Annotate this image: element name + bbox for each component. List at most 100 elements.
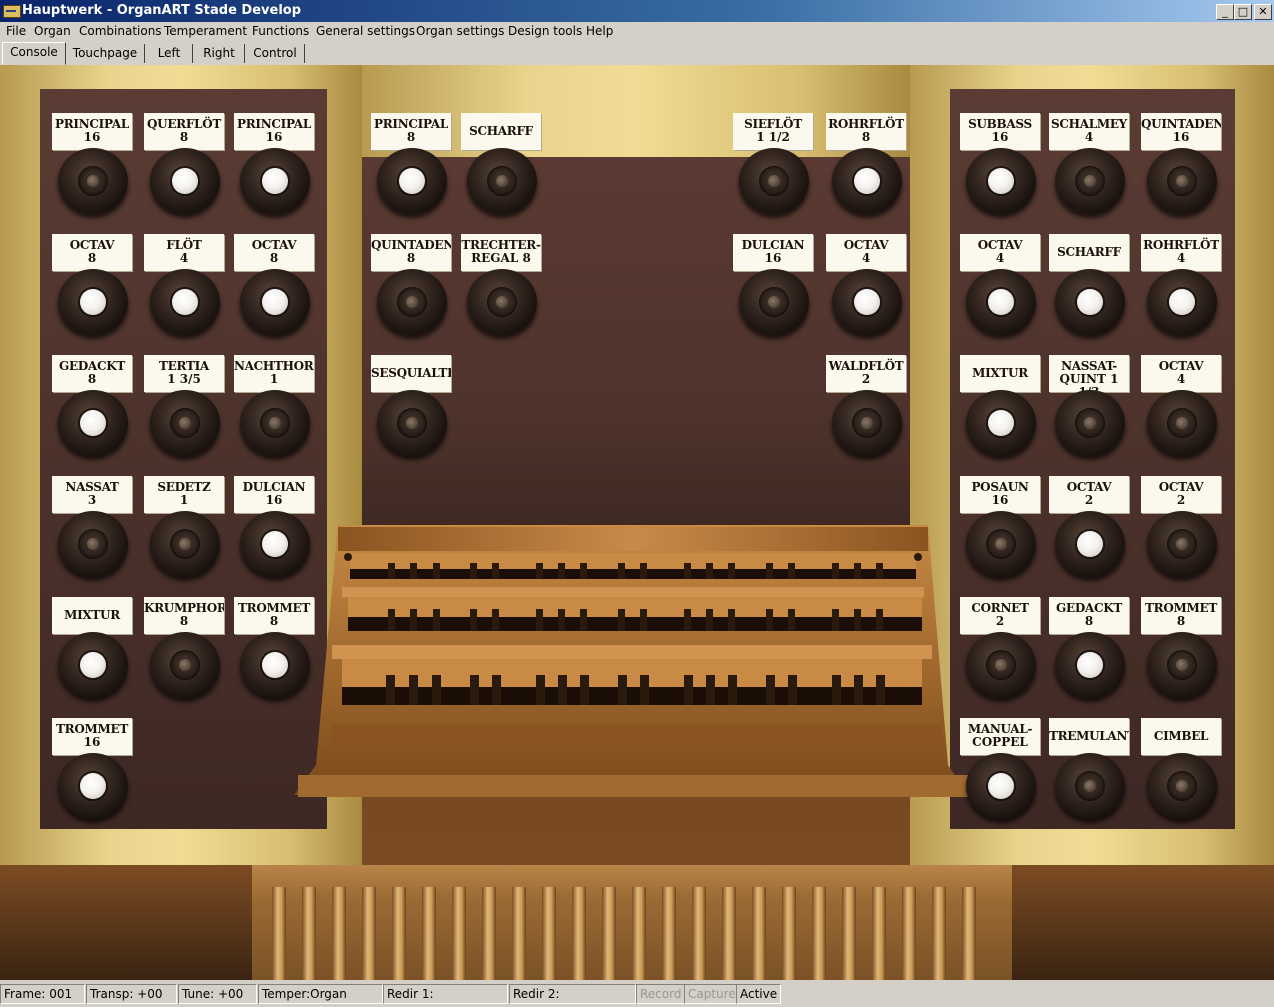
stop-knob[interactable] xyxy=(240,390,310,456)
stop-knob[interactable] xyxy=(1055,269,1125,335)
stop-knob[interactable] xyxy=(58,753,128,819)
menu-organ[interactable]: Organ xyxy=(34,24,71,38)
stop-knob[interactable] xyxy=(966,148,1036,214)
stop-knob[interactable] xyxy=(966,632,1036,698)
stop-knob[interactable] xyxy=(1055,753,1125,819)
stop-subbass-16[interactable]: SUBBASS 16 xyxy=(960,113,1040,223)
stop-trommet-8[interactable]: TROMMET 8 xyxy=(1141,597,1221,707)
stop-knob[interactable] xyxy=(150,632,220,698)
stop-octav-4[interactable]: OCTAV 4 xyxy=(960,234,1040,344)
stop-siefl-t-1-1-2[interactable]: SIEFLÖT 1 1/2 xyxy=(733,113,813,223)
stop-octav-2[interactable]: OCTAV 2 xyxy=(1049,476,1129,586)
stop-knob[interactable] xyxy=(739,269,809,335)
stop-quintadena-8[interactable]: QUINTADENA8 xyxy=(371,234,451,344)
stop-knob[interactable] xyxy=(58,269,128,335)
menu-organ-settings[interactable]: Organ settings xyxy=(416,24,504,38)
stop-principal-8[interactable]: PRINCIPAL 8 xyxy=(371,113,451,223)
stop-octav-4[interactable]: OCTAV 4 xyxy=(1141,355,1221,465)
stop-knob[interactable] xyxy=(58,632,128,698)
stop-knob[interactable] xyxy=(58,148,128,214)
stop-knob[interactable] xyxy=(377,269,447,335)
stop-knob[interactable] xyxy=(966,511,1036,577)
stop-knob[interactable] xyxy=(58,511,128,577)
stop-tertia-1-3-5[interactable]: TERTIA 1 3/5 xyxy=(144,355,224,465)
menu-file[interactable]: File xyxy=(6,24,26,38)
menu-combinations[interactable]: Combinations xyxy=(79,24,162,38)
stop-schalmey-4[interactable]: SCHALMEY 4 xyxy=(1049,113,1129,223)
stop-mixtur[interactable]: MIXTUR xyxy=(960,355,1040,465)
stop-knob[interactable] xyxy=(377,390,447,456)
stop-nassat-3[interactable]: NASSAT 3 xyxy=(52,476,132,586)
stop-knob[interactable] xyxy=(467,148,537,214)
stop-dulcian-16[interactable]: DULCIAN 16 xyxy=(234,476,314,586)
minimize-button[interactable]: _ xyxy=(1216,4,1234,20)
tab-console[interactable]: Console xyxy=(2,42,66,65)
stop-knob[interactable] xyxy=(1055,511,1125,577)
stop-rohrfl-t-4[interactable]: ROHRFLÖT 4 xyxy=(1141,234,1221,344)
stop-waldfl-t-2[interactable]: WALDFLÖT 2 xyxy=(826,355,906,465)
maximize-button[interactable]: □ xyxy=(1234,4,1252,20)
stop-knob[interactable] xyxy=(966,269,1036,335)
stop-scharff[interactable]: SCHARFF xyxy=(461,113,541,223)
stop-manual-coppel[interactable]: MANUAL- COPPEL xyxy=(960,718,1040,828)
stop-knob[interactable] xyxy=(150,511,220,577)
tab-control[interactable]: Control xyxy=(246,44,305,63)
stop-principal-16[interactable]: PRINCIPAL 16 xyxy=(234,113,314,223)
stop-knob[interactable] xyxy=(1147,753,1217,819)
stop-trommet-8[interactable]: TROMMET 8 xyxy=(234,597,314,707)
stop-scharff[interactable]: SCHARFF xyxy=(1049,234,1129,344)
stop-nachthorn-1[interactable]: NACHTHORN1 xyxy=(234,355,314,465)
stop-querfl-t-8[interactable]: QUERFLÖT 8 xyxy=(144,113,224,223)
tab-left[interactable]: Left xyxy=(146,44,193,63)
stop-dulcian-16[interactable]: DULCIAN 16 xyxy=(733,234,813,344)
stop-sedetz-1[interactable]: SEDETZ 1 xyxy=(144,476,224,586)
stop-knob[interactable] xyxy=(240,511,310,577)
menu-temperament[interactable]: Temperament xyxy=(164,24,247,38)
menu-general-settings[interactable]: General settings xyxy=(316,24,415,38)
stop-cimbel[interactable]: CIMBEL xyxy=(1141,718,1221,828)
stop-knob[interactable] xyxy=(150,269,220,335)
status-record[interactable]: Record xyxy=(636,984,685,1004)
stop-knob[interactable] xyxy=(58,390,128,456)
tab-touchpage[interactable]: Touchpage xyxy=(66,44,145,63)
stop-knob[interactable] xyxy=(240,148,310,214)
stop-principal-16[interactable]: PRINCIPAL 16 xyxy=(52,113,132,223)
tab-right[interactable]: Right xyxy=(194,44,245,63)
close-button[interactable]: ✕ xyxy=(1254,4,1272,20)
status-capture[interactable]: Capture xyxy=(684,984,737,1004)
menu-help[interactable]: Help xyxy=(586,24,613,38)
stop-knob[interactable] xyxy=(1147,511,1217,577)
stop-nassat-quint-1-1-3[interactable]: NASSAT- QUINT 1 1/3 xyxy=(1049,355,1129,465)
stop-trommet-16[interactable]: TROMMET 16 xyxy=(52,718,132,828)
stop-knob[interactable] xyxy=(1055,632,1125,698)
stop-trechter-regal-8[interactable]: TRECHTER- REGAL 8 xyxy=(461,234,541,344)
menu-design-tools[interactable]: Design tools xyxy=(508,24,582,38)
stop-quintadena-16[interactable]: QUINTADENA16 xyxy=(1141,113,1221,223)
stop-knob[interactable] xyxy=(240,632,310,698)
stop-knob[interactable] xyxy=(1147,148,1217,214)
stop-gedackt-8[interactable]: GEDACKT 8 xyxy=(1049,597,1129,707)
stop-octav-8[interactable]: OCTAV 8 xyxy=(234,234,314,344)
stop-knob[interactable] xyxy=(1147,390,1217,456)
stop-knob[interactable] xyxy=(150,148,220,214)
stop-octav-8[interactable]: OCTAV 8 xyxy=(52,234,132,344)
stop-knob[interactable] xyxy=(1147,632,1217,698)
stop-knob[interactable] xyxy=(1055,148,1125,214)
stop-rohrfl-t-8[interactable]: ROHRFLÖT 8 xyxy=(826,113,906,223)
stop-gedackt-8[interactable]: GEDACKT 8 xyxy=(52,355,132,465)
stop-cornet-2[interactable]: CORNET 2 xyxy=(960,597,1040,707)
stop-knob[interactable] xyxy=(832,148,902,214)
stop-knob[interactable] xyxy=(467,269,537,335)
stop-knob[interactable] xyxy=(150,390,220,456)
stop-krumphorn-8[interactable]: KRUMPHORN8 xyxy=(144,597,224,707)
stop-sesquialter[interactable]: SESQUIALTER xyxy=(371,355,451,465)
menu-functions[interactable]: Functions xyxy=(252,24,309,38)
stop-octav-2[interactable]: OCTAV 2 xyxy=(1141,476,1221,586)
stop-mixtur[interactable]: MIXTUR xyxy=(52,597,132,707)
stop-knob[interactable] xyxy=(739,148,809,214)
stop-posaun-16[interactable]: POSAUN 16 xyxy=(960,476,1040,586)
stop-knob[interactable] xyxy=(966,753,1036,819)
stop-octav-4[interactable]: OCTAV 4 xyxy=(826,234,906,344)
stop-knob[interactable] xyxy=(832,269,902,335)
stop-knob[interactable] xyxy=(966,390,1036,456)
